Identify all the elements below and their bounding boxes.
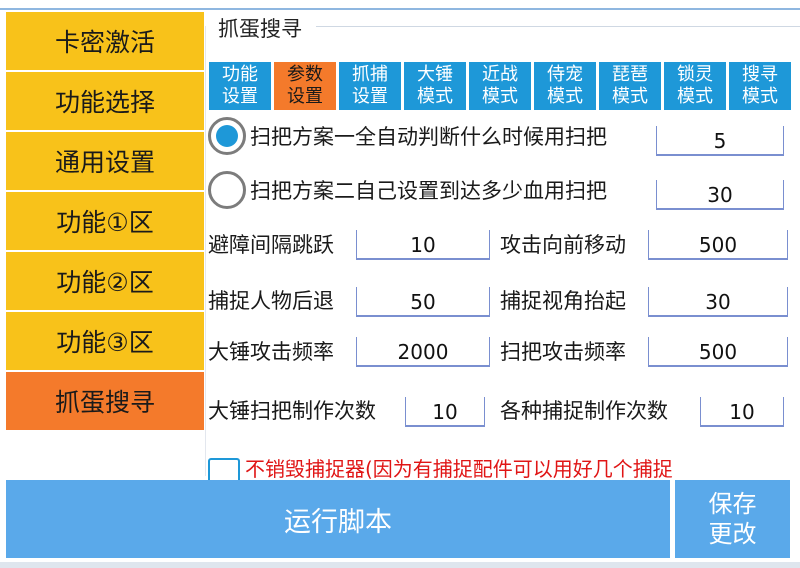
capture-make-count-input[interactable]: 10 bbox=[700, 397, 784, 427]
attack-forward-label: 攻击向前移动 bbox=[500, 233, 626, 257]
tab-capture-settings[interactable]: 抓捕 设置 bbox=[339, 62, 401, 110]
sidebar: 卡密激活 功能选择 通用设置 功能①区 功能②区 功能③区 抓蛋搜寻 bbox=[6, 12, 204, 432]
broom-plan-1-radio[interactable] bbox=[208, 117, 246, 155]
radio-selected-dot bbox=[216, 125, 238, 147]
sidebar-item-function-area-1[interactable]: 功能①区 bbox=[6, 192, 204, 250]
sidebar-item-card-activation[interactable]: 卡密激活 bbox=[6, 12, 204, 70]
hammer-frequency-input[interactable]: 2000 bbox=[356, 337, 490, 367]
bottom-strip bbox=[0, 562, 800, 568]
no-destroy-capturer-checkbox[interactable] bbox=[208, 458, 240, 480]
hammer-broom-count-label: 大锤扫把制作次数 bbox=[208, 399, 376, 423]
save-changes-button[interactable]: 保存 更改 bbox=[675, 480, 790, 558]
save-button-line-2: 更改 bbox=[708, 520, 757, 548]
broom-plan-2-radio[interactable] bbox=[208, 171, 246, 209]
sidebar-item-function-select[interactable]: 功能选择 bbox=[6, 72, 204, 130]
panel-title-divider bbox=[316, 26, 800, 27]
broom-plan-2-input[interactable]: 30 bbox=[656, 180, 784, 210]
panel-title: 抓蛋搜寻 bbox=[218, 17, 302, 41]
tab-lock-spirit-mode[interactable]: 锁灵 模式 bbox=[664, 62, 726, 110]
capture-lift-input[interactable]: 30 bbox=[648, 287, 788, 317]
sidebar-item-function-area-2[interactable]: 功能②区 bbox=[6, 252, 204, 310]
tab-pet-mode[interactable]: 侍宠 模式 bbox=[534, 62, 596, 110]
tab-pipa-mode[interactable]: 琵琶 模式 bbox=[599, 62, 661, 110]
save-button-line-1: 保存 bbox=[708, 490, 757, 518]
broom-plan-1-row: 扫把方案一全自动判断什么时候用扫把 bbox=[208, 117, 607, 155]
hammer-broom-count-input[interactable]: 10 bbox=[405, 397, 485, 427]
tab-function-settings[interactable]: 功能 设置 bbox=[209, 62, 271, 110]
tab-melee-mode[interactable]: 近战 模式 bbox=[469, 62, 531, 110]
jump-interval-input[interactable]: 10 bbox=[356, 230, 490, 260]
broom-plan-2-row: 扫把方案二自己设置到达多少血用扫把 bbox=[208, 171, 607, 209]
run-script-button[interactable]: 运行脚本 bbox=[6, 480, 670, 558]
tab-hammer-mode[interactable]: 大锤 模式 bbox=[404, 62, 466, 110]
tab-search-mode[interactable]: 搜寻 模式 bbox=[729, 62, 791, 110]
sidebar-item-general-settings[interactable]: 通用设置 bbox=[6, 132, 204, 190]
capture-retreat-label: 捕捉人物后退 bbox=[208, 289, 334, 313]
tab-parameter-settings[interactable]: 参数 设置 bbox=[274, 62, 336, 110]
panel-border bbox=[205, 26, 206, 476]
broom-plan-2-label: 扫把方案二自己设置到达多少血用扫把 bbox=[250, 179, 607, 203]
sidebar-item-egg-search[interactable]: 抓蛋搜寻 bbox=[6, 372, 204, 430]
broom-frequency-input[interactable]: 500 bbox=[648, 337, 788, 367]
jump-interval-label: 避障间隔跳跃 bbox=[208, 233, 334, 257]
sidebar-item-function-area-3[interactable]: 功能③区 bbox=[6, 312, 204, 370]
capture-lift-label: 捕捉视角抬起 bbox=[500, 289, 626, 313]
top-divider bbox=[0, 8, 800, 10]
broom-plan-1-label: 扫把方案一全自动判断什么时候用扫把 bbox=[250, 125, 607, 149]
no-destroy-capturer-label: 不销毁捕捉器(因为有捕捉配件可以用好几个捕捉 bbox=[245, 457, 673, 481]
tab-bar: 功能 设置 参数 设置 抓捕 设置 大锤 模式 近战 模式 侍宠 模式 琵琶 模… bbox=[209, 62, 800, 110]
attack-forward-input[interactable]: 500 bbox=[648, 230, 788, 260]
broom-plan-1-input[interactable]: 5 bbox=[656, 126, 784, 156]
hammer-frequency-label: 大锤攻击频率 bbox=[208, 340, 334, 364]
capture-make-count-label: 各种捕捉制作次数 bbox=[500, 399, 668, 423]
capture-retreat-input[interactable]: 50 bbox=[356, 287, 490, 317]
broom-frequency-label: 扫把攻击频率 bbox=[500, 340, 626, 364]
